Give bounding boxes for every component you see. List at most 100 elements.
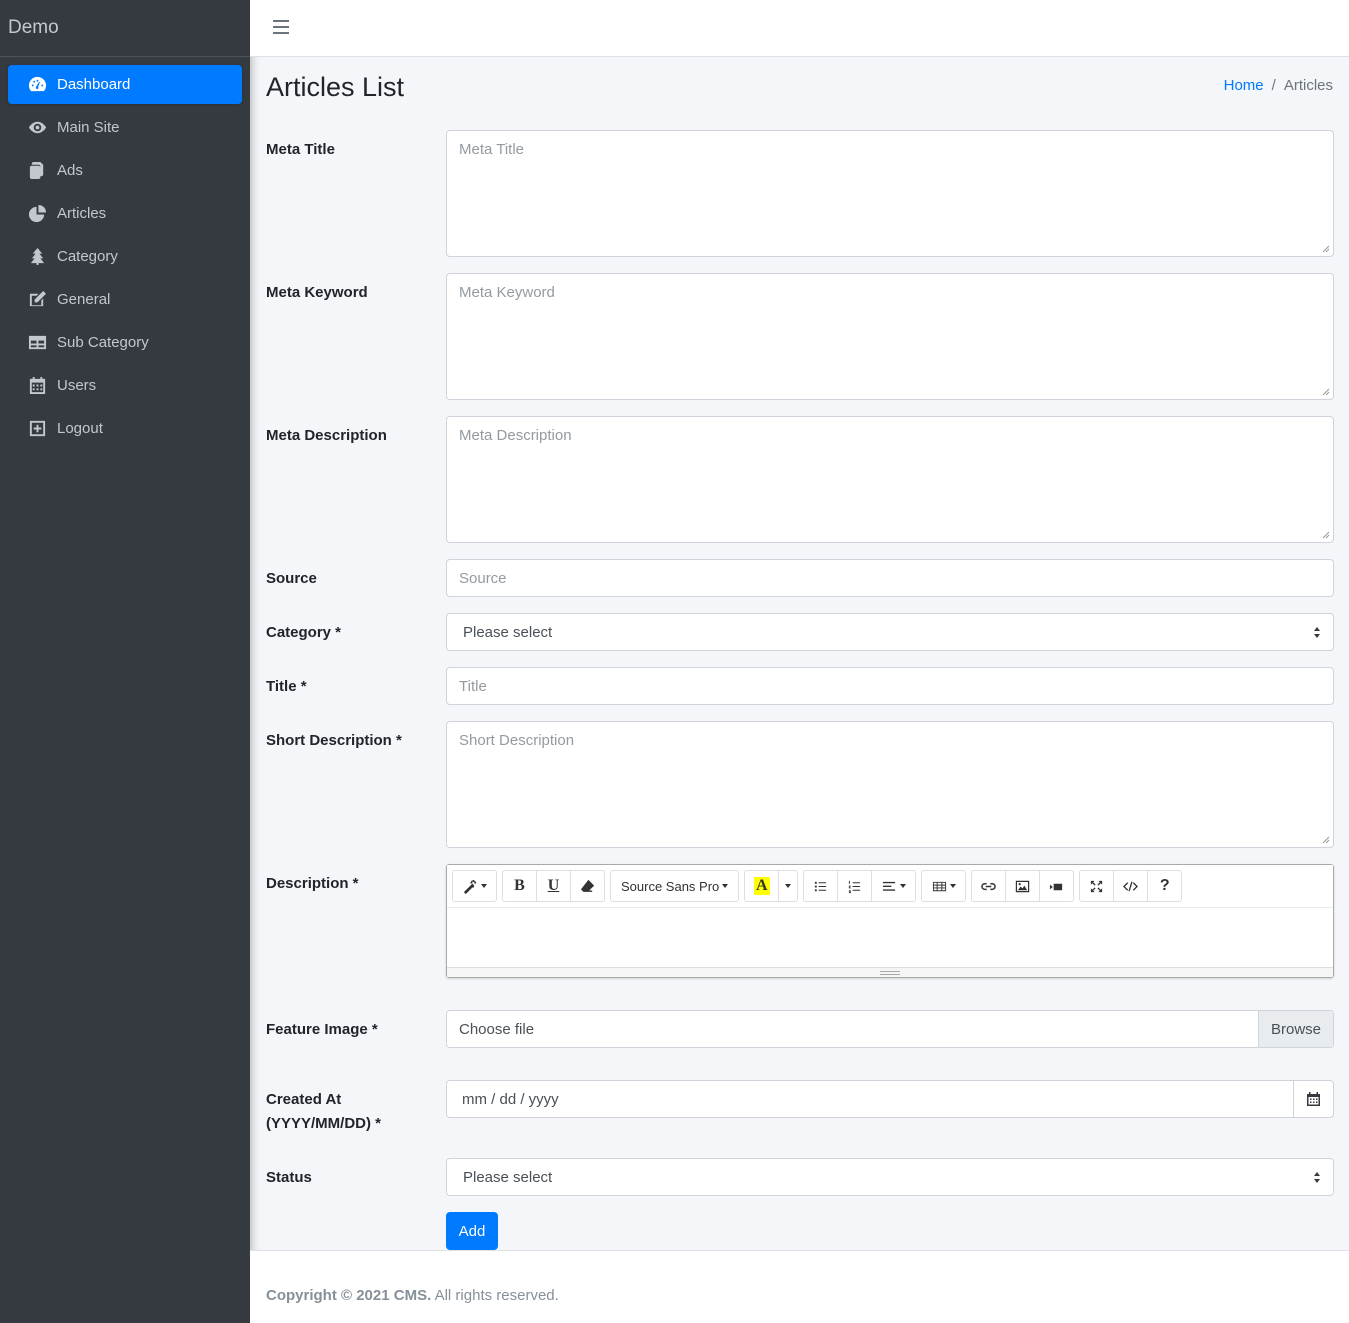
breadcrumb-home-link[interactable]: Home: [1224, 77, 1264, 94]
style-group: [452, 870, 497, 902]
page-title: Articles List: [266, 72, 405, 102]
font-name-dropdown[interactable]: Source Sans Pro: [610, 870, 740, 902]
meta-keyword-placeholder: Meta Keyword: [459, 284, 555, 301]
add-button[interactable]: Add: [446, 1212, 498, 1250]
ordered-list-button[interactable]: [837, 870, 873, 902]
resize-grip-icon[interactable]: [1322, 531, 1330, 539]
resize-handle-icon: [880, 970, 900, 975]
copy-icon: [26, 161, 48, 181]
caret-down-icon: [480, 884, 487, 888]
table-icon: [26, 333, 48, 353]
source-label: Source: [266, 570, 317, 587]
category-label: Category *: [266, 624, 342, 641]
underline-button[interactable]: U: [536, 870, 571, 902]
align-left-icon: [882, 881, 895, 891]
source-placeholder: Source: [459, 569, 507, 587]
sidebar-item-label: Main Site: [57, 119, 120, 136]
magic-wand-icon: [463, 879, 476, 894]
brand-name[interactable]: Demo: [0, 0, 250, 57]
resize-grip-icon[interactable]: [1322, 836, 1330, 844]
editor-toolbar: B U Source Sans Pro A ?: [447, 865, 1333, 908]
ordered-list-icon: [849, 880, 861, 893]
category-selected-value: Please select: [463, 623, 553, 641]
sidebar-item-label: Articles: [57, 205, 107, 222]
sidebar-item-main-site[interactable]: Main Site: [8, 108, 242, 147]
sidebar-item-logout[interactable]: Logout: [8, 409, 242, 448]
meta-description-textarea[interactable]: Meta Description: [446, 416, 1334, 543]
calendar-picker-button[interactable]: [1293, 1081, 1333, 1117]
color-dropdown-button[interactable]: [778, 870, 799, 902]
breadcrumb: Home / Articles: [1224, 77, 1333, 94]
title-input[interactable]: Title: [446, 667, 1334, 705]
code-view-button[interactable]: [1113, 870, 1149, 902]
eye-icon: [26, 118, 48, 138]
created-at-label-line2: (YYYY/MM/DD) *: [266, 1115, 382, 1132]
link-button[interactable]: [971, 870, 1007, 902]
help-button[interactable]: ?: [1147, 870, 1183, 902]
color-group: A: [744, 870, 799, 902]
plus-square-icon: [26, 419, 48, 439]
breadcrumb-separator: /: [1271, 77, 1276, 94]
picture-icon: [1016, 880, 1030, 892]
bold-button[interactable]: B: [502, 870, 537, 902]
sidebar-item-ads[interactable]: Ads: [8, 151, 242, 190]
description-label: Description *: [266, 875, 359, 892]
sidebar-item-sub-category[interactable]: Sub Category: [8, 323, 242, 362]
meta-keyword-label: Meta Keyword: [266, 284, 368, 301]
browse-button[interactable]: Browse: [1258, 1011, 1333, 1047]
picture-button[interactable]: [1005, 870, 1041, 902]
clear-format-button[interactable]: [570, 870, 605, 902]
video-button[interactable]: [1039, 870, 1075, 902]
underline-icon: U: [547, 877, 560, 894]
sidebar-nav: Dashboard Main Site Ads Articles Categor…: [0, 57, 250, 460]
meta-title-textarea[interactable]: Meta Title: [446, 130, 1334, 257]
status-select[interactable]: Please select: [446, 1158, 1334, 1196]
table-button[interactable]: [921, 870, 967, 902]
title-placeholder: Title: [459, 677, 487, 695]
unordered-list-button[interactable]: [803, 870, 839, 902]
status-label: Status: [266, 1169, 312, 1186]
editor-resize-bar[interactable]: [447, 967, 1333, 977]
feature-image-file-input[interactable]: Choose file Browse: [446, 1010, 1334, 1048]
short-description-textarea[interactable]: Short Description: [446, 721, 1334, 848]
resize-grip-icon[interactable]: [1322, 245, 1330, 253]
footer-copyright: Copyright © 2021 CMS. All rights reserve…: [266, 1287, 559, 1304]
meta-description-label: Meta Description: [266, 427, 387, 444]
paragraph-group: [803, 870, 917, 902]
breadcrumb-current: Articles: [1283, 77, 1333, 94]
menu-toggle-icon[interactable]: [273, 20, 289, 35]
sidebar-item-general[interactable]: General: [8, 280, 242, 319]
question-icon: ?: [1159, 877, 1170, 894]
top-navbar: [250, 0, 1349, 57]
caret-down-icon: [722, 884, 729, 888]
video-icon: [1050, 883, 1063, 890]
meta-title-placeholder: Meta Title: [459, 141, 525, 158]
meta-keyword-textarea[interactable]: Meta Keyword: [446, 273, 1334, 400]
sidebar-item-users[interactable]: Users: [8, 366, 242, 405]
select-arrows-icon: [1314, 627, 1320, 638]
sidebar-item-category[interactable]: Category: [8, 237, 242, 276]
caret-down-icon: [949, 884, 956, 888]
paragraph-align-button[interactable]: [871, 870, 917, 902]
text-color-button[interactable]: A: [744, 870, 780, 902]
font-color-icon: A: [754, 877, 770, 895]
short-description-label: Short Description *: [266, 732, 402, 749]
fullscreen-button[interactable]: [1079, 870, 1115, 902]
edit-icon: [26, 290, 48, 310]
status-selected-value: Please select: [463, 1168, 553, 1186]
sidebar-item-articles[interactable]: Articles: [8, 194, 242, 233]
resize-grip-icon[interactable]: [1322, 388, 1330, 396]
meta-title-label: Meta Title: [266, 141, 335, 158]
sidebar-item-dashboard[interactable]: Dashboard: [8, 65, 242, 104]
created-at-label: Created At (YYYY/MM/DD) *: [266, 1088, 381, 1136]
caret-down-icon: [785, 884, 792, 888]
source-input[interactable]: Source: [446, 559, 1334, 597]
footer-copyright-bold: Copyright © 2021 CMS.: [266, 1287, 432, 1304]
tachometer-icon: [26, 75, 48, 95]
editor-content-area[interactable]: [447, 908, 1333, 968]
calendar-icon: [26, 376, 48, 396]
sidebar-item-label: Sub Category: [57, 334, 149, 351]
category-select[interactable]: Please select: [446, 613, 1334, 651]
created-at-date-input[interactable]: mm / dd / yyyy: [446, 1080, 1334, 1118]
style-button[interactable]: [452, 870, 497, 902]
